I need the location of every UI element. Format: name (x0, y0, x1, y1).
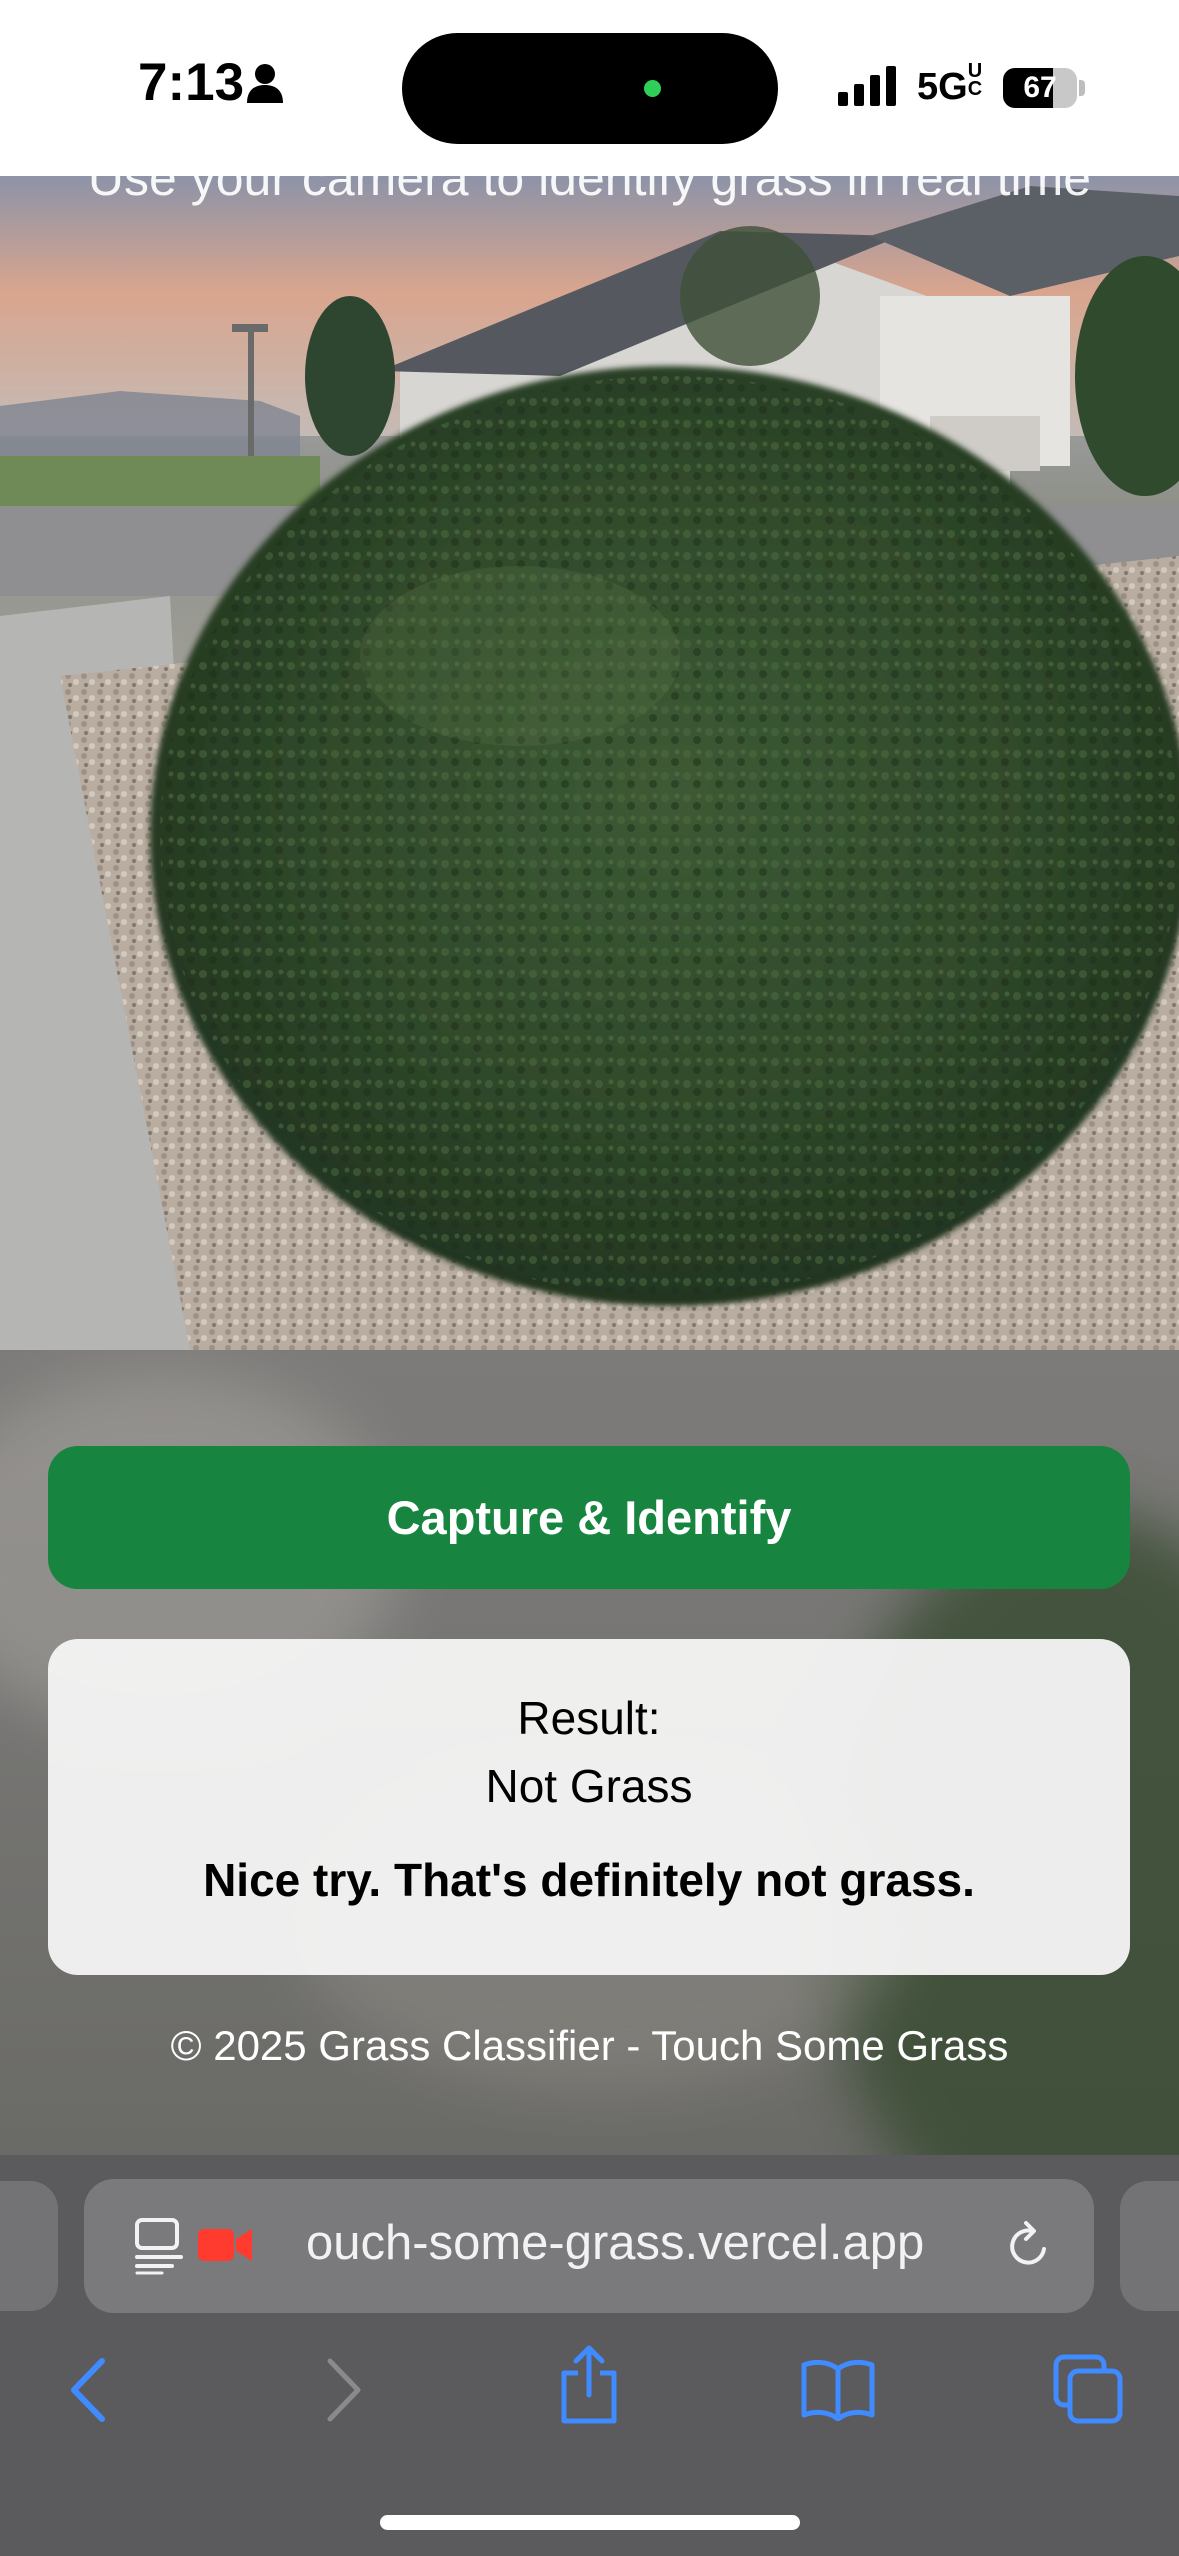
battery-icon: 67 (1003, 68, 1077, 108)
camera-scene (0, 176, 1179, 1350)
address-bar[interactable]: ouch-some-grass.vercel.app (84, 2179, 1094, 2313)
reader-icon[interactable] (134, 2217, 184, 2275)
tabs-icon[interactable] (1052, 2353, 1124, 2425)
controls-panel: Capture & Identify Result: Not Grass Nic… (0, 1350, 1179, 2155)
reload-icon[interactable] (1004, 2219, 1054, 2273)
url-text[interactable]: ouch-some-grass.vercel.app (306, 2215, 924, 2271)
capture-identify-button[interactable]: Capture & Identify (48, 1446, 1130, 1589)
dynamic-island (402, 33, 778, 144)
home-indicator[interactable] (380, 2515, 800, 2530)
status-bar: 7:13 5GUC 67 (0, 0, 1179, 176)
result-message: Nice try. That's definitely not grass. (203, 1854, 975, 1906)
result-card: Result: Not Grass Nice try. That's defin… (48, 1639, 1130, 1975)
network-type: 5GUC (917, 60, 983, 108)
result-label: Result: (517, 1692, 661, 1744)
bookmarks-icon[interactable] (800, 2357, 876, 2421)
camera-instruction: Use your camera to identify grass in rea… (87, 176, 1092, 206)
result-value: Not Grass (485, 1760, 693, 1812)
camera-preview: Use your camera to identify grass in rea… (0, 176, 1179, 1350)
status-time: 7:13 (138, 53, 245, 112)
share-icon[interactable] (558, 2345, 620, 2425)
safari-toolbar: ouch-some-grass.vercel.app (0, 2155, 1179, 2556)
camera-recording-icon[interactable] (198, 2227, 254, 2263)
battery-percent: 67 (1023, 71, 1057, 104)
footer-copyright: © 2025 Grass Classifier - Touch Some Gra… (170, 2022, 1009, 2069)
forward-icon[interactable] (322, 2355, 368, 2425)
battery-cap (1079, 80, 1085, 96)
person-icon (247, 64, 283, 103)
previous-tab-preview[interactable] (0, 2181, 58, 2311)
next-tab-preview[interactable] (1120, 2181, 1179, 2311)
signal-icon (838, 66, 896, 106)
back-icon[interactable] (64, 2355, 110, 2425)
camera-in-use-dot (644, 80, 661, 97)
